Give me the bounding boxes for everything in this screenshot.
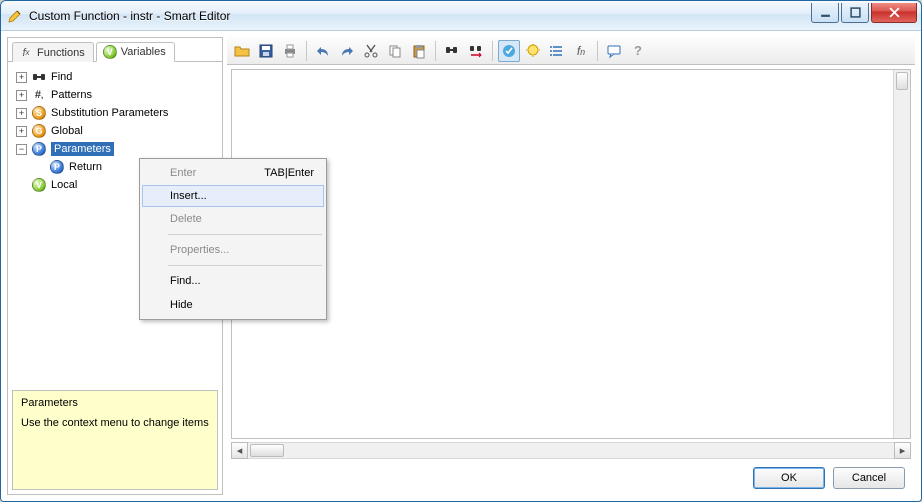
expand-icon[interactable]: + [16, 90, 27, 101]
menu-enter[interactable]: Enter TAB|Enter [142, 161, 324, 185]
scroll-thumb[interactable] [250, 444, 284, 457]
menu-label: Properties... [170, 244, 229, 256]
tree-label: Substitution Parameters [51, 107, 168, 119]
tab-functions[interactable]: fx Functions [12, 42, 94, 62]
expand-icon[interactable]: + [16, 72, 27, 83]
tab-variables[interactable]: V Variables [96, 42, 175, 62]
tree-label: Patterns [51, 89, 92, 101]
tab-functions-label: Functions [37, 47, 85, 59]
expand-icon[interactable]: + [16, 108, 27, 119]
ok-button[interactable]: OK [753, 467, 825, 489]
undo-icon[interactable] [312, 40, 334, 62]
right-pane: fn ? ◂ ▸ OK Cancel [227, 37, 915, 495]
tree-node-parameters[interactable]: − P Parameters [12, 140, 218, 158]
tree-node-patterns[interactable]: + #, Patterns [12, 86, 218, 104]
tree-node-substitution[interactable]: + S Substitution Parameters [12, 104, 218, 122]
toolbar-separator [435, 41, 436, 61]
code-editor[interactable] [231, 69, 911, 439]
redo-icon[interactable] [336, 40, 358, 62]
scroll-track[interactable] [248, 442, 894, 459]
tree-node-global[interactable]: + G Global [12, 122, 218, 140]
editor-toolbar: fn ? [227, 37, 915, 65]
window-controls [809, 3, 917, 23]
tree-node-find[interactable]: + Find [12, 68, 218, 86]
menu-shortcut: TAB|Enter [264, 167, 314, 179]
tree-label: Return [69, 161, 102, 173]
find-replace-icon[interactable] [465, 40, 487, 62]
menu-delete[interactable]: Delete [142, 207, 324, 231]
menu-find[interactable]: Find... [142, 269, 324, 293]
menu-label: Enter [170, 167, 196, 179]
expand-icon[interactable]: + [16, 126, 27, 137]
save-icon[interactable] [255, 40, 277, 62]
help-icon[interactable]: ? [627, 40, 649, 62]
hash-icon: #, [31, 87, 47, 103]
context-menu[interactable]: Enter TAB|Enter Insert... Delete Propert… [139, 158, 327, 320]
menu-properties[interactable]: Properties... [142, 238, 324, 262]
substitution-icon: S [31, 105, 47, 121]
toolbar-separator [306, 41, 307, 61]
window: Custom Function - instr - Smart Editor f… [0, 0, 922, 502]
hint-panel: Parameters Use the context menu to chang… [12, 390, 218, 490]
fx-icon: fx [19, 46, 33, 60]
open-icon[interactable] [231, 40, 253, 62]
ok-label: OK [781, 472, 797, 484]
parameter-child-icon: P [49, 159, 65, 175]
titlebar[interactable]: Custom Function - instr - Smart Editor [1, 1, 921, 31]
menu-hide[interactable]: Hide [142, 293, 324, 317]
binoculars-icon [31, 69, 47, 85]
minimize-button[interactable] [811, 3, 839, 23]
cut-icon[interactable] [360, 40, 382, 62]
menu-insert[interactable]: Insert... [142, 185, 324, 207]
copy-icon[interactable] [384, 40, 406, 62]
highlight-icon[interactable] [522, 40, 544, 62]
hint-body: Use the context menu to change items [21, 417, 209, 429]
dialog-buttons: OK Cancel [227, 459, 915, 495]
find-icon[interactable] [441, 40, 463, 62]
toolbar-separator [492, 41, 493, 61]
fx-icon[interactable]: fn [570, 40, 592, 62]
menu-separator [168, 265, 322, 266]
menu-label: Hide [170, 299, 193, 311]
local-icon: V [31, 177, 47, 193]
tree-label: Parameters [51, 142, 114, 156]
print-icon[interactable] [279, 40, 301, 62]
menu-label: Insert... [170, 190, 207, 202]
collapse-icon[interactable]: − [16, 144, 27, 155]
cancel-label: Cancel [852, 472, 886, 484]
scroll-thumb[interactable] [896, 72, 908, 90]
tree-label: Global [51, 125, 83, 137]
parameters-icon: P [31, 141, 47, 157]
list-icon[interactable] [546, 40, 568, 62]
scroll-left-button[interactable]: ◂ [231, 442, 248, 459]
horizontal-scrollbar[interactable]: ◂ ▸ [231, 441, 911, 459]
tree-label: Find [51, 71, 72, 83]
app-pencil-icon [7, 8, 23, 24]
scroll-right-button[interactable]: ▸ [894, 442, 911, 459]
menu-label: Delete [170, 213, 202, 225]
hint-title: Parameters [21, 397, 209, 409]
variables-icon: V [103, 45, 117, 59]
vertical-scrollbar[interactable] [893, 70, 910, 438]
global-icon: G [31, 123, 47, 139]
comment-icon[interactable] [603, 40, 625, 62]
close-button[interactable] [871, 3, 917, 23]
menu-label: Find... [170, 275, 201, 287]
window-title: Custom Function - instr - Smart Editor [29, 9, 809, 23]
tab-row: fx Functions V Variables [8, 38, 222, 62]
tree-label: Local [51, 179, 77, 191]
tab-variables-label: Variables [121, 46, 166, 58]
maximize-button[interactable] [841, 3, 869, 23]
menu-separator [168, 234, 322, 235]
tree-spacer [34, 162, 45, 173]
paste-icon[interactable] [408, 40, 430, 62]
toolbar-separator [597, 41, 598, 61]
cancel-button[interactable]: Cancel [833, 467, 905, 489]
tree-spacer [16, 180, 27, 191]
validate-icon[interactable] [498, 40, 520, 62]
